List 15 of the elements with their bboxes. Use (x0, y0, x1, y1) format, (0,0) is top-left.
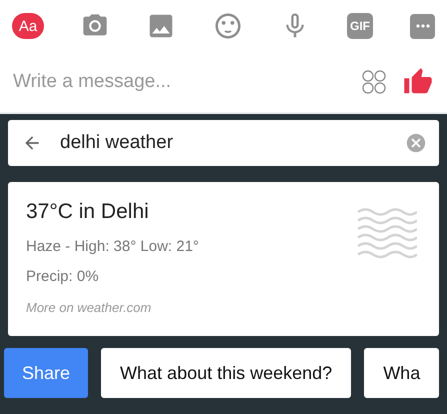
share-button[interactable]: Share (4, 348, 88, 398)
weather-title: 37°C in Delhi (26, 200, 150, 224)
message-input[interactable]: Write a message... (13, 71, 345, 93)
search-input[interactable]: delhi weather (60, 132, 387, 154)
stickers-icon[interactable] (361, 69, 387, 95)
precipitation-text: Precip: 0% (26, 268, 100, 285)
search-bar[interactable]: delhi weather (8, 120, 439, 166)
clear-icon[interactable] (405, 132, 427, 154)
suggestion-chip[interactable]: Wha (364, 348, 440, 398)
smiley-icon[interactable] (213, 11, 243, 41)
more-icon[interactable] (410, 14, 435, 38)
suggestion-chip[interactable]: What about this weekend? (101, 348, 352, 398)
haze-icon (357, 208, 417, 260)
font-style-button[interactable]: Aa (12, 13, 44, 39)
weather-summary: Haze - High: 38° Low: 21° (26, 238, 200, 255)
